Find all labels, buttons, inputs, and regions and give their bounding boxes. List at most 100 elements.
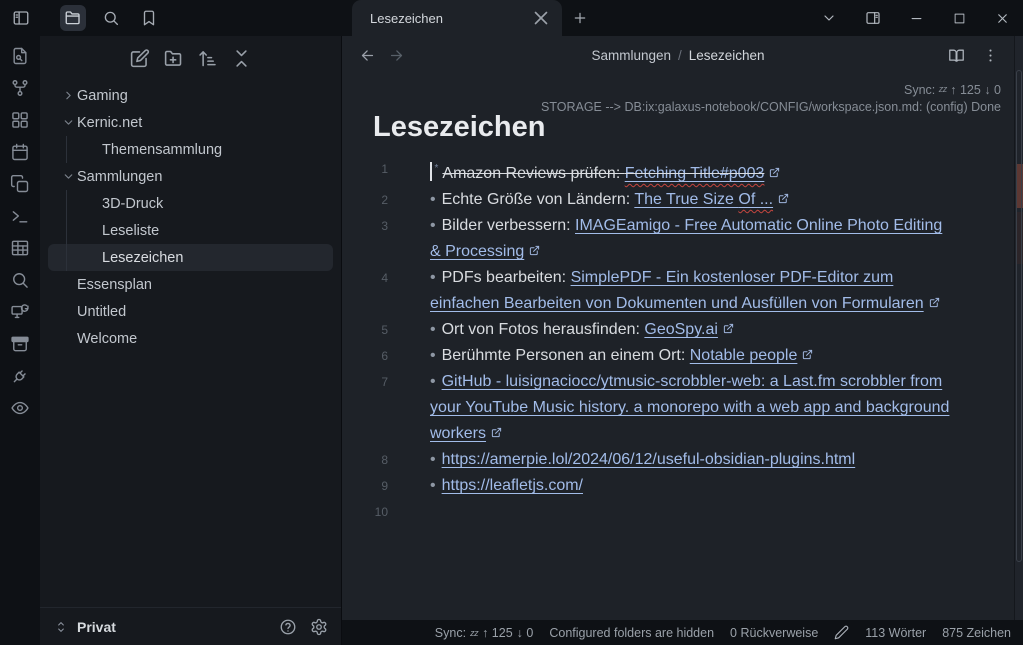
scrollbar-thumb[interactable] xyxy=(1016,70,1022,562)
screen-sync-icon[interactable] xyxy=(10,302,30,322)
tree-item-leseliste[interactable]: Leseliste xyxy=(48,217,333,244)
new-folder-icon[interactable] xyxy=(163,48,184,69)
ribbon xyxy=(0,36,40,645)
back-arrow-icon[interactable] xyxy=(359,47,376,64)
line-text[interactable]: •PDFs bearbeiten: SimplePDF - Ein kosten… xyxy=(430,265,954,317)
folder-icon xyxy=(64,9,82,27)
external-link-icon[interactable] xyxy=(491,427,502,438)
external-link-icon[interactable] xyxy=(778,193,789,204)
storage-status-line: STORAGE --> DB:ix:galaxus-notebook/CONFI… xyxy=(541,99,1001,116)
new-tab-button[interactable] xyxy=(568,6,592,30)
bookmark-link[interactable]: https://leafletjs.com/ xyxy=(442,477,583,494)
statusbar: Sync: zz ↑ 125 ↓ 0 Configured folders ar… xyxy=(342,620,1023,645)
sort-icon[interactable] xyxy=(197,48,218,69)
external-link-icon[interactable] xyxy=(929,297,940,308)
line-prefix-text: PDFs bearbeiten: xyxy=(442,269,571,286)
explorer-toolbar xyxy=(40,36,341,80)
tree-item-welcome[interactable]: Welcome xyxy=(48,325,333,352)
bookmark-link[interactable]: Fetching Title#p003 xyxy=(625,165,765,182)
breadcrumb-current[interactable]: Lesezeichen xyxy=(689,48,765,63)
layout-grid-icon[interactable] xyxy=(10,110,30,130)
chevron-right-icon[interactable] xyxy=(60,88,76,104)
help-icon[interactable] xyxy=(279,618,297,636)
breadcrumb-parent[interactable]: Sammlungen xyxy=(591,48,671,63)
line-text[interactable]: •GitHub - luisignaciocc/ytmusic-scrobble… xyxy=(430,369,954,447)
search-icon[interactable] xyxy=(10,270,30,290)
nav-history xyxy=(359,47,405,64)
chevron-down-icon[interactable] xyxy=(60,169,76,185)
settings-gear-icon[interactable] xyxy=(310,618,328,636)
tree-item-3d-druck[interactable]: 3D-Druck xyxy=(48,190,333,217)
bookmark-link[interactable]: Notable people xyxy=(690,347,798,364)
line-text[interactable]: •Echte Größe von Ländern: The True Size … xyxy=(430,187,789,213)
list-bullet: • xyxy=(430,477,436,494)
maximize-button[interactable] xyxy=(952,11,967,26)
line-text[interactable]: •https://amerpie.lol/2024/06/12/useful-o… xyxy=(430,447,855,473)
breadcrumb: Sammlungen/Lesezeichen xyxy=(342,48,1014,63)
statusbar-sync[interactable]: Sync: zz ↑ 125 ↓ 0 xyxy=(435,626,534,640)
collapse-all-icon[interactable] xyxy=(231,48,252,69)
plus-icon xyxy=(572,10,588,26)
plug-icon[interactable] xyxy=(10,366,30,386)
close-button[interactable] xyxy=(995,11,1010,26)
tree-item-untitled[interactable]: Untitled xyxy=(48,298,333,325)
line-text[interactable]: *Amazon Reviews prüfen: Fetching Title#p… xyxy=(430,156,780,187)
calendar-icon[interactable] xyxy=(10,142,30,162)
external-link-icon[interactable] xyxy=(723,323,734,334)
archive-icon[interactable] xyxy=(10,334,30,354)
external-link-icon[interactable] xyxy=(529,245,540,256)
new-note-icon[interactable] xyxy=(129,48,150,69)
git-fork-icon[interactable] xyxy=(10,78,30,98)
tree-item-gaming[interactable]: Gaming xyxy=(48,82,333,109)
panel-left-button[interactable] xyxy=(8,5,34,31)
more-options-icon[interactable] xyxy=(982,47,999,64)
terminal-icon[interactable] xyxy=(10,206,30,226)
bookmark-link[interactable]: GitHub - luisignaciocc/ytmusic-scrobbler… xyxy=(430,373,949,442)
editor-line-5: 5•Ort von Fotos herausfinden: GeoSpy.ai xyxy=(373,317,1014,343)
line-text[interactable]: •Berühmte Personen an einem Ort: Notable… xyxy=(430,343,813,369)
tree-item-label: Lesezeichen xyxy=(102,250,183,266)
edit-mode-pencil-icon[interactable] xyxy=(834,625,849,640)
reading-mode-icon[interactable] xyxy=(948,47,965,64)
bookmark-link[interactable]: GeoSpy.ai xyxy=(644,321,718,338)
statusbar-backlinks[interactable]: 0 Rückverweise xyxy=(730,626,818,640)
statusbar-word-count: 113 Wörter xyxy=(865,626,926,640)
tab-lesezeichen[interactable]: Lesezeichen xyxy=(352,0,562,36)
sync-sleep-icon: zz xyxy=(939,84,947,94)
folder-button[interactable] xyxy=(60,5,86,31)
bookmark-button[interactable] xyxy=(136,5,162,31)
external-link-icon[interactable] xyxy=(769,167,780,178)
tree-item-themensammlung[interactable]: Themensammlung xyxy=(48,136,333,163)
window-controls xyxy=(821,0,1010,36)
table-icon[interactable] xyxy=(10,238,30,258)
eye-icon[interactable] xyxy=(10,398,30,418)
right-sidebar-toggle-icon[interactable] xyxy=(865,10,881,26)
copy-icon[interactable] xyxy=(10,174,30,194)
bookmark-link[interactable]: https://amerpie.lol/2024/06/12/useful-ob… xyxy=(442,451,856,468)
tree-item-sammlungen[interactable]: Sammlungen xyxy=(48,163,333,190)
editor-line-7: 7 •GitHub - luisignaciocc/ytmusic-scrobbl… xyxy=(373,369,1014,447)
line-number: 7 xyxy=(373,369,388,447)
line-number: 2 xyxy=(373,187,388,213)
line-text[interactable]: •Bilder verbessern: IMAGEamigo - Free Au… xyxy=(430,213,954,265)
list-bullet: • xyxy=(430,347,436,364)
tree-item-label: Themensammlung xyxy=(102,142,222,158)
tab-list-chevron-icon[interactable] xyxy=(821,10,837,26)
tree-item-kernic-net[interactable]: Kernic.net xyxy=(48,109,333,136)
file-search-icon[interactable] xyxy=(10,46,30,66)
line-text[interactable]: •Ort von Fotos herausfinden: GeoSpy.ai xyxy=(430,317,734,343)
chevrons-up-down-icon xyxy=(54,620,68,634)
link-text: GeoSpy.ai xyxy=(644,321,718,338)
line-text[interactable]: • https://leafletjs.com/ xyxy=(430,473,583,499)
chevron-down-icon[interactable] xyxy=(60,115,76,131)
minimize-button[interactable] xyxy=(909,11,924,26)
right-sidebar-sliver[interactable] xyxy=(1014,36,1023,645)
bookmark-link[interactable]: The True Size Of ... xyxy=(634,191,773,208)
tree-item-lesezeichen[interactable]: Lesezeichen xyxy=(48,244,333,271)
vault-switcher[interactable]: Privat xyxy=(54,619,279,635)
tree-item-essensplan[interactable]: Essensplan xyxy=(48,271,333,298)
tab-close-icon[interactable] xyxy=(530,7,552,29)
external-link-icon[interactable] xyxy=(802,349,813,360)
forward-arrow-icon[interactable] xyxy=(388,47,405,64)
search-button[interactable] xyxy=(98,5,124,31)
